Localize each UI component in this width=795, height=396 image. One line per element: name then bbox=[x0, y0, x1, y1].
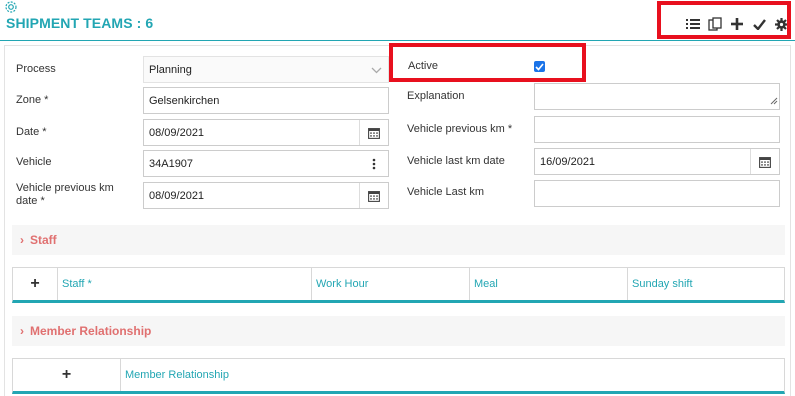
add-member-button[interactable]: + bbox=[13, 359, 121, 391]
vehicle-value: 34A1907 bbox=[149, 157, 194, 170]
zone-label: Zone * bbox=[16, 94, 49, 106]
member-grid-header: + Member Relationship bbox=[12, 358, 785, 394]
vehicle-prev-km-date-input[interactable]: 08/09/2021 bbox=[143, 182, 389, 209]
process-select[interactable]: Planning bbox=[143, 56, 389, 83]
chevron-right-icon: › bbox=[20, 233, 24, 247]
explanation-label: Explanation bbox=[407, 90, 465, 102]
calendar-icon[interactable] bbox=[359, 183, 388, 208]
vehicle-prev-km-label: Vehicle previous km * bbox=[407, 123, 513, 135]
vehicle-prev-km-input[interactable] bbox=[534, 116, 780, 143]
date-input[interactable]: 08/09/2021 bbox=[143, 119, 389, 146]
toolbar-highlight-box bbox=[657, 1, 791, 39]
zone-input[interactable]: Gelsenkirchen bbox=[143, 87, 389, 114]
gear-icon[interactable] bbox=[4, 0, 18, 14]
header-divider bbox=[0, 40, 795, 41]
add-staff-button[interactable]: + bbox=[13, 268, 58, 300]
calendar-icon[interactable] bbox=[359, 120, 388, 145]
meal-column-header[interactable]: Meal bbox=[470, 268, 628, 300]
vehicle-last-km-date-input[interactable]: 16/09/2021 bbox=[534, 148, 780, 175]
chevron-right-icon: › bbox=[20, 324, 24, 338]
staff-column-header[interactable]: Staff * bbox=[58, 268, 312, 300]
vehicle-last-km-input[interactable] bbox=[534, 180, 780, 207]
vehicle-prev-km-date-value: 08/09/2021 bbox=[149, 189, 205, 202]
member-relationship-column-header[interactable]: Member Relationship bbox=[121, 359, 784, 391]
vehicle-prev-km-date-label: Vehicle previous km date * bbox=[16, 182, 114, 208]
zone-value: Gelsenkirchen bbox=[149, 94, 220, 107]
staff-section-header[interactable]: › Staff bbox=[12, 225, 785, 255]
vehicle-prev-km-date-label-line1: Vehicle previous km bbox=[16, 182, 114, 194]
process-label: Process bbox=[16, 63, 56, 75]
process-value: Planning bbox=[149, 63, 192, 76]
active-highlight-box bbox=[389, 43, 586, 82]
chevron-down-icon bbox=[371, 65, 382, 77]
vehicle-last-km-label: Vehicle Last km bbox=[407, 186, 485, 198]
explanation-textarea[interactable] bbox=[534, 83, 780, 110]
vehicle-prev-km-date-label-line2: date * bbox=[16, 195, 45, 207]
vehicle-last-km-date-label: Vehicle last km date bbox=[407, 155, 505, 167]
member-section-title: Member Relationship bbox=[30, 324, 152, 338]
more-vertical-icon[interactable] bbox=[360, 151, 388, 176]
member-section-header[interactable]: › Member Relationship bbox=[12, 316, 785, 346]
vehicle-input[interactable]: 34A1907 bbox=[143, 150, 389, 177]
vehicle-last-km-date-value: 16/09/2021 bbox=[540, 155, 596, 168]
sunday-shift-column-header[interactable]: Sunday shift bbox=[628, 268, 784, 300]
resize-handle-icon[interactable] bbox=[770, 96, 778, 108]
date-value: 08/09/2021 bbox=[149, 126, 205, 139]
date-label: Date * bbox=[16, 126, 47, 138]
calendar-icon[interactable] bbox=[750, 149, 779, 174]
page-title: SHIPMENT TEAMS : 6 bbox=[6, 15, 154, 31]
staff-section-title: Staff bbox=[30, 233, 57, 247]
work-hour-column-header[interactable]: Work Hour bbox=[312, 268, 470, 300]
staff-grid-header: + Staff * Work Hour Meal Sunday shift bbox=[12, 267, 785, 303]
vehicle-label: Vehicle bbox=[16, 156, 52, 168]
